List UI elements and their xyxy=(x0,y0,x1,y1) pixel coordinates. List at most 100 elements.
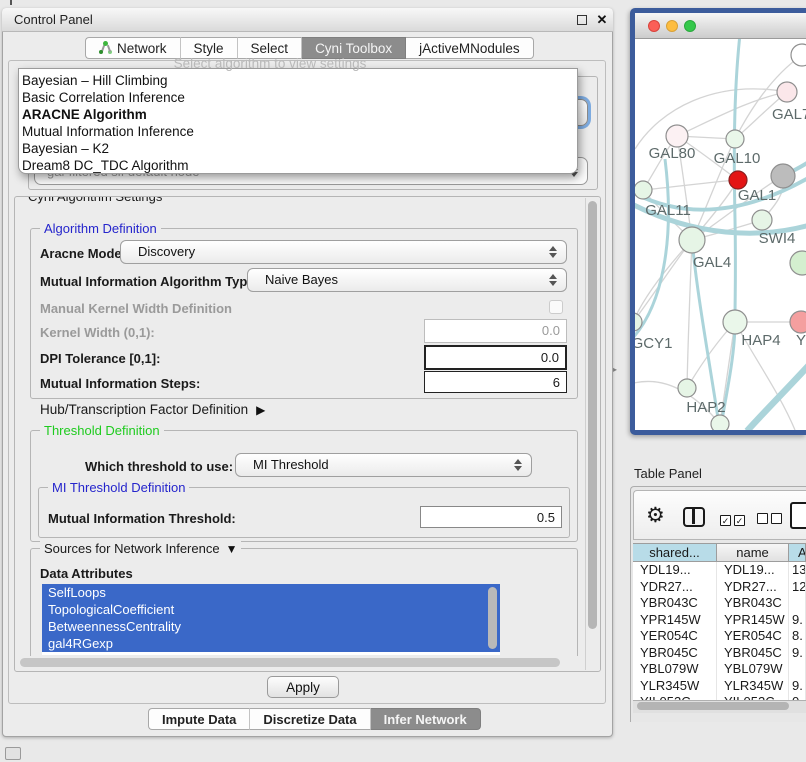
node-label: Y xyxy=(796,332,806,349)
node-top-arc[interactable] xyxy=(791,44,806,66)
table-body[interactable]: YDL19...YDL19...13.YDR27...YDR27...12.YB… xyxy=(633,562,806,700)
table-cell: YLR345W xyxy=(633,678,717,695)
dropdown-item[interactable]: ARACNE Algorithm xyxy=(19,106,577,123)
checked-box-icon: ✓ xyxy=(720,515,731,526)
settings-horizontal-scrollbar-thumb[interactable] xyxy=(20,658,560,667)
which-threshold-combo[interactable]: MI Threshold xyxy=(235,453,532,477)
node-gal7[interactable] xyxy=(777,82,797,102)
table-cell: YDL19... xyxy=(717,562,789,579)
column-header-shared-name[interactable]: shared... xyxy=(633,544,717,561)
node-salmon[interactable] xyxy=(790,311,806,333)
table-row[interactable]: YBL079WYBL079W xyxy=(633,661,806,678)
attribute-list-item[interactable]: gal4RGexp xyxy=(42,635,500,652)
node-right-green[interactable] xyxy=(790,251,806,275)
deselect-all-columns-icon[interactable] xyxy=(757,512,785,527)
data-attributes-label: Data Attributes xyxy=(40,566,133,581)
node-hap4[interactable] xyxy=(723,310,747,334)
aracne-mode-label: Aracne Mode: xyxy=(40,246,126,261)
table-row[interactable]: YDR27...YDR27...12. xyxy=(633,579,806,596)
table-cell: YER054C xyxy=(633,628,717,645)
mi-steps-input[interactable]: 6 xyxy=(424,371,567,393)
attribute-list-item[interactable]: BetweennessCentrality xyxy=(42,618,500,635)
column-header-name[interactable]: name xyxy=(717,544,789,561)
node-gal80[interactable] xyxy=(666,125,688,147)
network-canvas[interactable]: GAL7GAL80GAL10GAL1GAL11SWI4GAL4GCY1HAP4Y… xyxy=(635,39,806,430)
mac-zoom-button[interactable] xyxy=(684,20,696,32)
table-horizontal-scrollbar-thumb[interactable] xyxy=(637,702,789,710)
edge xyxy=(677,92,787,136)
float-window-icon[interactable] xyxy=(577,15,587,25)
which-threshold-value: MI Threshold xyxy=(253,457,329,472)
table-cell: YBL079W xyxy=(717,661,789,678)
node-label: SWI4 xyxy=(759,230,796,247)
dropdown-item[interactable]: Dream8 DC_TDC Algorithm xyxy=(19,157,577,174)
settings-vertical-scrollbar-thumb[interactable] xyxy=(588,201,597,629)
unchecked-box-icon xyxy=(771,513,782,524)
network-svg: GAL7GAL80GAL10GAL1GAL11SWI4GAL4GCY1HAP4Y… xyxy=(635,39,806,430)
table-cell: YBR043C xyxy=(633,595,717,612)
threshold-definition-title: Threshold Definition xyxy=(40,423,164,438)
table-row[interactable]: YER054CYER054C8. xyxy=(633,628,806,645)
mac-minimize-button[interactable] xyxy=(666,20,678,32)
node-unlabeled-gray[interactable] xyxy=(771,164,795,188)
mac-close-button[interactable] xyxy=(648,20,660,32)
dpi-tolerance-input[interactable]: 0.0 xyxy=(424,345,567,370)
table-row[interactable]: YBR043CYBR043C xyxy=(633,595,806,612)
show-columns-icon[interactable] xyxy=(683,507,705,527)
table-cell xyxy=(789,595,806,612)
table-cell: 9. xyxy=(789,612,806,629)
node-label: GAL7 xyxy=(772,106,806,123)
dropdown-item[interactable]: Bayesian – K2 xyxy=(19,140,577,157)
sources-title: Sources for Network Inference xyxy=(44,541,220,556)
attribute-list-item[interactable]: SelfLoops xyxy=(42,584,500,601)
edge-highlighted xyxy=(747,364,806,430)
mi-type-combo[interactable]: Naive Bayes xyxy=(247,268,567,292)
select-all-columns-icon[interactable]: ✓✓ xyxy=(720,512,748,527)
kernel-width-input[interactable]: 0.0 xyxy=(424,319,567,343)
node-gal10[interactable] xyxy=(726,130,744,148)
table-cell: YBL079W xyxy=(633,661,717,678)
table-row[interactable]: YBR045CYBR045C9. xyxy=(633,645,806,662)
docked-panel-icon[interactable] xyxy=(5,747,21,760)
gear-icon[interactable]: ⚙ xyxy=(646,503,665,528)
network-window-titlebar[interactable] xyxy=(635,13,806,39)
sources-title-wrap[interactable]: Sources for Network Inference ▼ xyxy=(40,541,241,556)
table-cell: 9. xyxy=(789,678,806,695)
node-swi4[interactable] xyxy=(752,210,772,230)
node-gal4[interactable] xyxy=(679,227,705,253)
node-bottom[interactable] xyxy=(711,415,729,430)
splitter-handle-icon[interactable]: ▸ xyxy=(613,365,617,374)
attribute-list-scrollbar[interactable] xyxy=(488,587,497,649)
table-row[interactable]: YDL19...YDL19...13. xyxy=(633,562,806,579)
expander-arrow-down-icon: ▼ xyxy=(226,542,238,556)
node-label: GAL1 xyxy=(738,187,776,204)
manual-kernel-checkbox[interactable] xyxy=(549,300,563,314)
hub-transcription-expander[interactable]: Hub/Transcription Factor Definition ▶ xyxy=(40,402,265,417)
table-row[interactable]: YLR345WYLR345W9. xyxy=(633,678,806,695)
algorithm-dropdown-list[interactable]: Bayesian – Hill ClimbingBasic Correlatio… xyxy=(18,68,578,174)
export-table-icon[interactable] xyxy=(790,502,806,529)
table-row[interactable]: YPR145WYPR145W9. xyxy=(633,612,806,629)
dropdown-item[interactable]: Mutual Information Inference xyxy=(19,123,577,140)
attribute-list-item[interactable]: TopologicalCoefficient xyxy=(42,601,500,618)
tab-impute-data[interactable]: Impute Data xyxy=(148,708,250,730)
aracne-mode-combo[interactable]: Discovery xyxy=(120,240,567,264)
tab-infer-network[interactable]: Infer Network xyxy=(371,708,481,730)
table-cell: YDL19... xyxy=(633,562,717,579)
mi-threshold-input[interactable]: 0.5 xyxy=(420,506,562,528)
dropdown-item[interactable]: Basic Correlation Inference xyxy=(19,89,577,106)
close-icon[interactable]: ✕ xyxy=(595,11,609,27)
table-cell: YPR145W xyxy=(717,612,789,629)
unchecked-box-icon xyxy=(757,513,768,524)
node-gal11[interactable] xyxy=(635,181,652,199)
dropdown-item[interactable]: Bayesian – Hill Climbing xyxy=(19,72,577,89)
checked-box-icon: ✓ xyxy=(734,515,745,526)
control-panel-titlebar[interactable] xyxy=(2,8,613,32)
node-hap2[interactable] xyxy=(678,379,696,397)
tab-discretize-data[interactable]: Discretize Data xyxy=(250,708,370,730)
table-panel-title: Table Panel xyxy=(634,466,702,481)
combo-arrows-icon xyxy=(549,274,557,286)
data-attributes-list[interactable]: SelfLoopsTopologicalCoefficientBetweenne… xyxy=(42,584,500,655)
column-header-clipped[interactable]: A xyxy=(789,544,806,561)
apply-button[interactable]: Apply xyxy=(267,676,339,698)
